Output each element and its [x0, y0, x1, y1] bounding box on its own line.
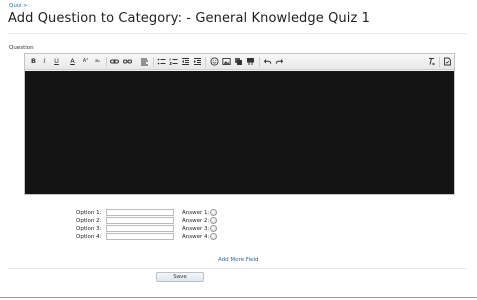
superscript-button[interactable]: A² — [81, 57, 90, 66]
italic-button[interactable]: I — [40, 57, 49, 66]
breadcrumb-quiz-link[interactable]: Quiz — [9, 3, 21, 9]
font-color-button[interactable]: A — [68, 57, 77, 66]
link-icon[interactable] — [110, 57, 119, 66]
option-label: Option 4: — [76, 234, 102, 240]
copy-icon[interactable] — [234, 57, 243, 66]
toolbar-separator — [106, 57, 107, 67]
answer-1-radio[interactable] — [210, 209, 217, 216]
answer-label: Answer 2: — [182, 218, 210, 224]
toolbar-separator — [259, 57, 260, 67]
source-icon[interactable] — [443, 57, 452, 66]
answer-label: Answer 3: — [182, 226, 210, 232]
bold-button[interactable]: B — [29, 57, 38, 66]
undo-icon[interactable] — [263, 57, 272, 66]
option-1-input[interactable] — [106, 209, 174, 216]
breadcrumb: Quiz > — [9, 3, 28, 9]
editor-toolbar: B I U A A² a₂ — [25, 54, 454, 70]
toolbar-separator — [439, 57, 440, 67]
add-more-field-link[interactable]: Add More Field — [218, 257, 258, 263]
insert-icon[interactable] — [246, 57, 255, 66]
toolbar-separator — [153, 57, 154, 67]
answer-label: Answer 4: — [182, 234, 210, 240]
question-editor[interactable]: B I U A A² a₂ — [24, 53, 455, 195]
question-label: Question — [9, 45, 34, 51]
breadcrumb-separator: > — [22, 3, 28, 9]
underline-button[interactable]: U — [52, 57, 61, 66]
remove-format-icon[interactable] — [427, 57, 436, 66]
page-title: Add Question to Category: - General Know… — [8, 11, 371, 26]
bulleted-list-icon[interactable] — [157, 57, 166, 66]
image-icon[interactable] — [222, 57, 231, 66]
outdent-icon[interactable] — [181, 57, 190, 66]
option-4-input[interactable] — [106, 233, 174, 240]
option-label: Option 2: — [76, 218, 102, 224]
numbered-list-icon[interactable] — [169, 57, 178, 66]
align-icon[interactable] — [140, 57, 149, 66]
indent-icon[interactable] — [193, 57, 202, 66]
toolbar-separator — [205, 57, 206, 67]
form-divider — [8, 268, 467, 269]
option-2-input[interactable] — [106, 217, 174, 224]
answer-label: Answer 1: — [182, 210, 210, 216]
answer-4-radio[interactable] — [210, 233, 217, 240]
unlink-icon[interactable] — [123, 57, 132, 66]
redo-icon[interactable] — [275, 57, 284, 66]
smiley-icon[interactable] — [210, 57, 219, 66]
subscript-button[interactable]: a₂ — [93, 57, 102, 66]
answer-3-radio[interactable] — [210, 225, 217, 232]
option-3-input[interactable] — [106, 225, 174, 232]
footer-divider — [0, 297, 477, 298]
option-label: Option 3: — [76, 226, 102, 232]
save-button[interactable]: Save — [156, 272, 204, 282]
title-divider — [8, 33, 467, 34]
editor-content-area[interactable] — [25, 71, 454, 194]
option-label: Option 1: — [76, 210, 102, 216]
answer-2-radio[interactable] — [210, 217, 217, 224]
